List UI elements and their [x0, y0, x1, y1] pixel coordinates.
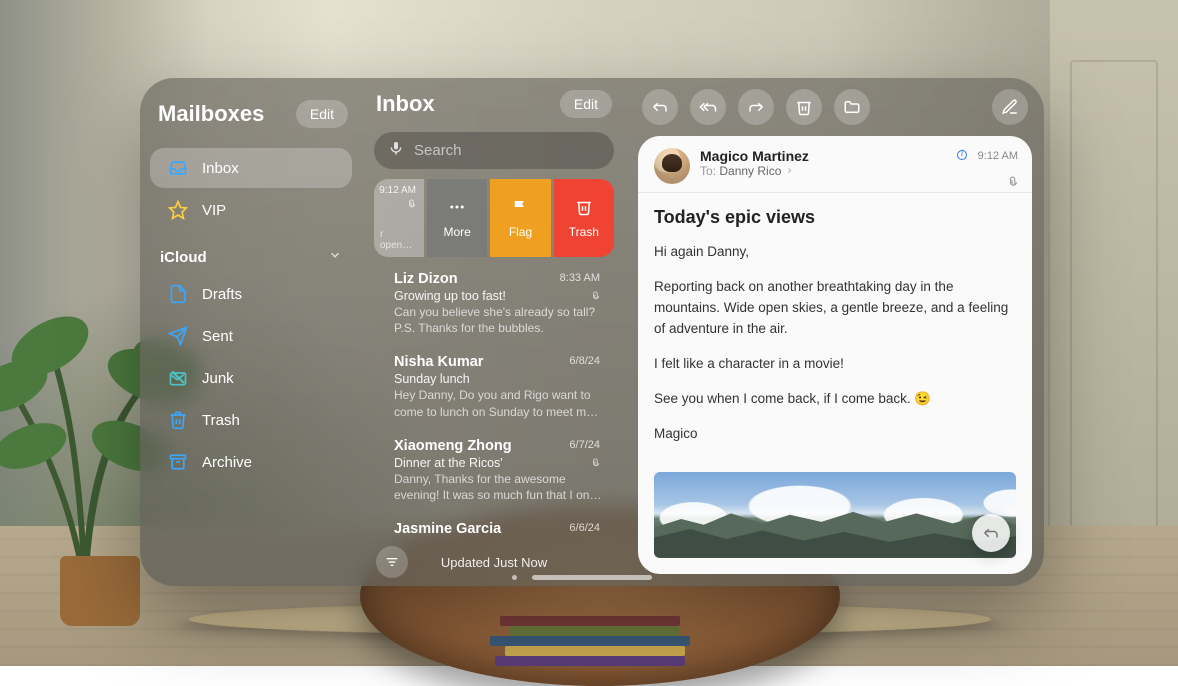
- search-input[interactable]: [414, 142, 613, 159]
- message-preview-peek: r open…: [380, 229, 412, 251]
- attachment-image[interactable]: [654, 472, 1016, 558]
- sender-avatar[interactable]: [654, 148, 690, 184]
- tray-icon: [168, 158, 188, 178]
- sidebar-item-label: Inbox: [202, 160, 239, 177]
- reader-subject: Today's epic views: [638, 193, 1032, 234]
- junk-icon: [168, 368, 188, 388]
- sidebar-item-label: Drafts: [202, 286, 242, 303]
- paperclip-icon: [589, 289, 600, 307]
- sidebar-item-vip[interactable]: VIP: [150, 190, 352, 230]
- sidebar-section-icloud[interactable]: iCloud: [140, 232, 362, 272]
- sidebar-item-drafts[interactable]: Drafts: [150, 274, 352, 314]
- toolbar: [626, 78, 1044, 136]
- sidebar-item-junk[interactable]: Junk: [150, 358, 352, 398]
- sidebar-edit-button[interactable]: Edit: [296, 100, 348, 128]
- search-field[interactable]: [374, 132, 614, 169]
- sidebar-item-inbox[interactable]: Inbox: [150, 148, 352, 188]
- message-row[interactable]: Jasmine Garcia 6/6/24 Special guests Hi …: [368, 513, 620, 538]
- message-preview: Hey Danny, Do you and Rigo want to come …: [394, 387, 602, 419]
- move-button[interactable]: [834, 89, 870, 125]
- message-list[interactable]: Liz Dizon 8:33 AM Growing up too fast! C…: [362, 263, 626, 538]
- filter-button[interactable]: [376, 546, 408, 578]
- trash-icon: [168, 410, 188, 430]
- reader-time: 9:12 AM: [978, 150, 1018, 162]
- body-paragraph: Magico: [654, 424, 1016, 445]
- body-paragraph: Reporting back on another breathtaking d…: [654, 277, 1016, 340]
- sidebar-item-trash[interactable]: Trash: [150, 400, 352, 440]
- message-time: 9:12 AM: [379, 185, 416, 196]
- sidebar-item-sent[interactable]: Sent: [150, 316, 352, 356]
- list-edit-button[interactable]: Edit: [560, 90, 612, 118]
- background-books: [470, 606, 710, 666]
- reply-fab[interactable]: [972, 514, 1010, 552]
- info-icon[interactable]: [957, 150, 967, 160]
- message-date: 8:33 AM: [560, 272, 600, 284]
- doc-icon: [168, 284, 188, 304]
- flag-icon: [511, 198, 529, 219]
- star-icon: [168, 200, 188, 220]
- chevron-down-icon: [328, 248, 342, 266]
- to-label: To:: [700, 164, 716, 178]
- trash-icon: [575, 198, 593, 219]
- sidebar-item-label: VIP: [202, 202, 226, 219]
- archive-icon: [168, 452, 188, 472]
- sidebar-item-label: Archive: [202, 454, 252, 471]
- sidebar-item-label: Sent: [202, 328, 233, 345]
- swipe-label: Flag: [509, 225, 532, 239]
- section-label: iCloud: [160, 249, 207, 266]
- message-date: 6/8/24: [569, 355, 600, 367]
- body-paragraph: See you when I come back, if I come back…: [654, 389, 1016, 410]
- mic-icon: [388, 140, 404, 161]
- ellipsis-icon: [448, 198, 466, 219]
- reader-header: Magico Martinez To: Danny Rico 9:12 AM: [638, 136, 1032, 193]
- window-handle-bar[interactable]: [532, 575, 652, 580]
- swipe-label: Trash: [569, 225, 599, 239]
- reply-all-button[interactable]: [690, 89, 726, 125]
- compose-button[interactable]: [992, 89, 1028, 125]
- swipe-trash-button[interactable]: Trash: [554, 179, 614, 257]
- message-row[interactable]: Liz Dizon 8:33 AM Growing up too fast! C…: [368, 263, 620, 346]
- paperclip-icon[interactable]: [957, 176, 1018, 194]
- window-handle-dot[interactable]: [512, 575, 517, 580]
- mail-app-window: Mailboxes Edit Inbox VIP iCloud Dra: [140, 78, 1044, 586]
- swipe-flag-button[interactable]: Flag: [490, 179, 550, 257]
- message-row[interactable]: Xiaomeng Zhong 6/7/24 Dinner at the Rico…: [368, 430, 620, 513]
- body-paragraph: Hi again Danny,: [654, 242, 1016, 263]
- swipe-label: More: [443, 225, 470, 239]
- list-title: Inbox: [376, 91, 435, 117]
- chevron-right-icon: [785, 164, 794, 178]
- sidebar-item-archive[interactable]: Archive: [150, 442, 352, 482]
- reply-button[interactable]: [642, 89, 678, 125]
- message-reader: Magico Martinez To: Danny Rico 9:12 AM: [638, 136, 1032, 574]
- sidebar-item-label: Junk: [202, 370, 234, 387]
- paperclip-icon: [405, 199, 416, 213]
- sidebar: Mailboxes Edit Inbox VIP iCloud Dra: [140, 78, 362, 586]
- message-subject: Growing up too fast!: [394, 289, 602, 303]
- reader-pane: Magico Martinez To: Danny Rico 9:12 AM: [626, 78, 1044, 586]
- to-name: Danny Rico: [719, 164, 781, 178]
- paperplane-icon: [168, 326, 188, 346]
- message-date: 6/6/24: [569, 522, 600, 534]
- body-paragraph: I felt like a character in a movie!: [654, 354, 1016, 375]
- message-list-pane: Inbox Edit 9:12 AM r open… More: [362, 78, 626, 586]
- message-row-peek[interactable]: 9:12 AM r open…: [374, 179, 424, 257]
- paperclip-icon: [589, 456, 600, 474]
- message-subject: Dinner at the Ricos': [394, 456, 602, 470]
- forward-button[interactable]: [738, 89, 774, 125]
- message-date: 6/7/24: [569, 439, 600, 451]
- message-row[interactable]: Nisha Kumar 6/8/24 Sunday lunch Hey Dann…: [368, 346, 620, 429]
- sidebar-item-label: Trash: [202, 412, 240, 429]
- message-row-swiped: 9:12 AM r open… More Flag: [374, 179, 614, 257]
- message-preview: Danny, Thanks for the awesome evening! I…: [394, 471, 602, 503]
- list-status: Updated Just Now: [441, 555, 547, 570]
- sidebar-title: Mailboxes: [158, 101, 264, 127]
- message-subject: Sunday lunch: [394, 372, 602, 386]
- swipe-more-button[interactable]: More: [427, 179, 487, 257]
- delete-button[interactable]: [786, 89, 822, 125]
- message-preview: Can you believe she's already so tall? P…: [394, 304, 602, 336]
- reader-body: Hi again Danny, Reporting back on anothe…: [638, 234, 1032, 472]
